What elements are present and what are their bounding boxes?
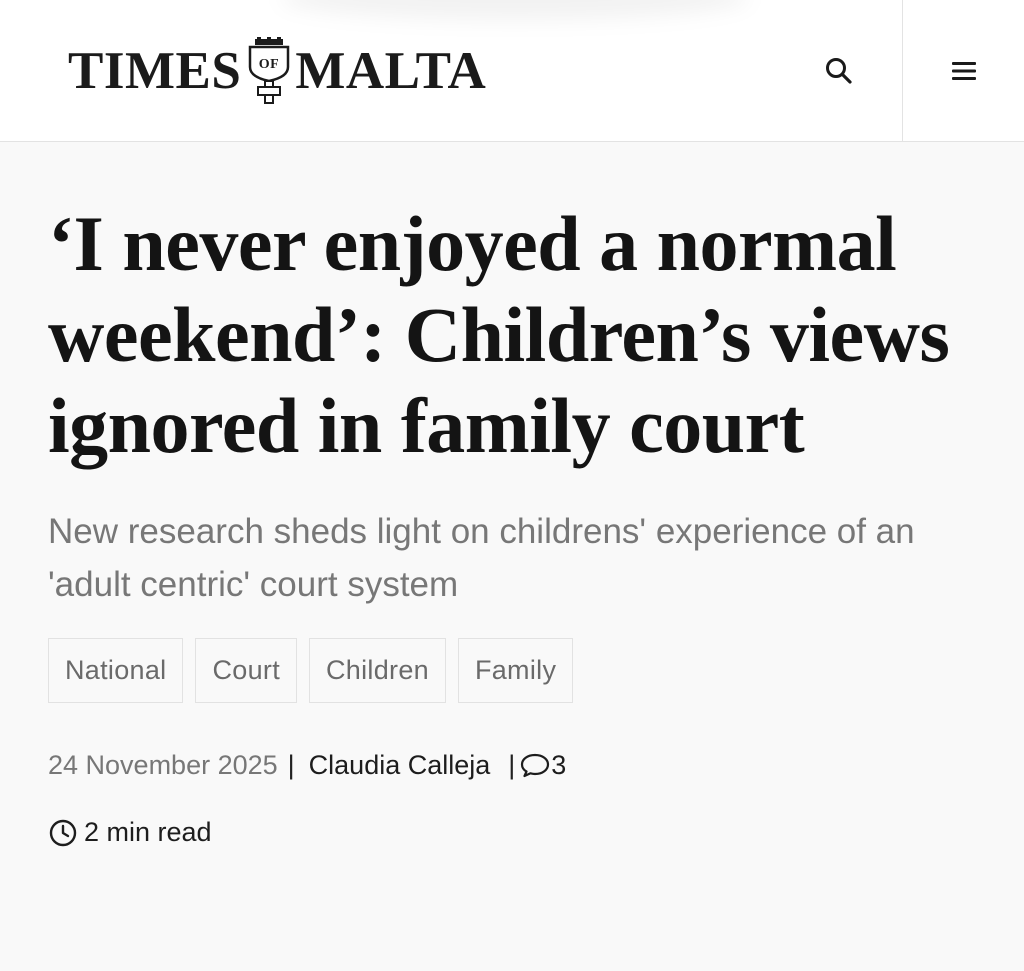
menu-button[interactable] <box>902 0 1024 142</box>
meta-separator: | <box>508 749 516 780</box>
comment-count: 3 <box>551 749 567 780</box>
meta-separator: | <box>287 749 295 780</box>
tag-children[interactable]: Children <box>309 638 446 703</box>
article-meta: 24 November 2025 | Claudia Calleja | 3 <box>48 747 976 783</box>
clock-icon <box>49 819 77 846</box>
author-link[interactable]: Claudia Calleja <box>309 750 491 781</box>
tag-court[interactable]: Court <box>195 638 297 703</box>
read-time-label: 2 min read <box>84 817 212 847</box>
article-subheadline: New research sheds light on childrens' e… <box>48 512 915 604</box>
article-main: ‘I never enjoyed a normal weekend’: Chil… <box>0 198 1024 848</box>
read-time: 2 min read <box>48 817 976 848</box>
site-logo[interactable]: TIMES OF MALTA <box>68 36 486 106</box>
publish-date: 24 November 2025 <box>48 749 278 780</box>
tag-national[interactable]: National <box>48 638 184 703</box>
article-tags: National Court Children Family <box>48 638 976 703</box>
logo-word-malta: MALTA <box>295 41 487 100</box>
crest-of-text: OF <box>259 57 279 72</box>
comments-link[interactable]: 3 <box>519 750 566 781</box>
crest-icon: OF <box>249 37 290 104</box>
top-shadow <box>280 0 750 20</box>
article-headline: ‘I never enjoyed a normal weekend’: Chil… <box>48 200 950 469</box>
logo-word-times: TIMES <box>68 41 242 100</box>
comment-bubble-icon <box>521 753 550 778</box>
site-header: TIMES OF MALTA <box>0 0 1024 142</box>
hamburger-menu-icon <box>951 62 976 80</box>
search-button[interactable] <box>808 40 870 102</box>
tag-family[interactable]: Family <box>457 638 574 703</box>
search-icon <box>826 58 852 84</box>
